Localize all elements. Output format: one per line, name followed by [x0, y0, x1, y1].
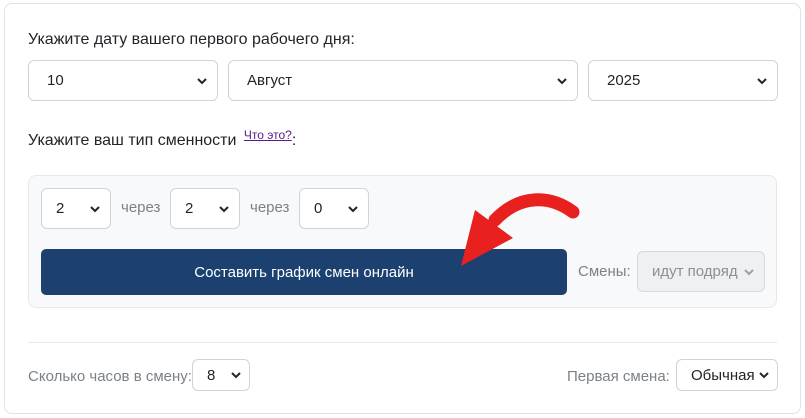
shifts-order-value: идут подряд [652, 263, 738, 280]
chevron-down-icon [90, 204, 100, 214]
chevron-down-icon [759, 370, 769, 380]
through-label-2: через [250, 199, 290, 216]
month-value: Август [247, 72, 293, 89]
chevron-down-icon [231, 370, 241, 380]
off-days-select[interactable]: 2 [170, 188, 240, 229]
chevron-down-icon [219, 204, 229, 214]
shifts-label: Смены: [578, 263, 631, 280]
hours-label: Сколько часов в смену: [28, 368, 192, 385]
chevron-down-icon [744, 267, 754, 277]
shifts-order-select[interactable]: идут подряд [637, 251, 765, 292]
first-shift-select[interactable]: Обычная [676, 359, 778, 391]
year-value: 2025 [607, 72, 641, 89]
section-divider [28, 342, 777, 343]
year-select[interactable]: 2025 [588, 60, 778, 101]
work-days-value: 2 [56, 200, 65, 217]
red-arrow-icon [461, 193, 580, 266]
through-label-1: через [121, 199, 161, 216]
first-shift-value: Обычная [691, 366, 755, 384]
shift-type-prompt: Укажите ваш тип сменности Что это?: [28, 128, 297, 150]
shift-type-colon: : [291, 132, 297, 149]
third-value-select[interactable]: 0 [299, 188, 369, 229]
hours-value: 8 [207, 366, 216, 384]
day-select[interactable]: 10 [28, 60, 218, 101]
third-value: 0 [314, 200, 323, 217]
chevron-down-icon [557, 76, 567, 86]
first-shift-label: Первая смена: [567, 368, 670, 385]
what-is-this-link[interactable]: Что это? [244, 128, 292, 142]
chevron-down-icon [757, 76, 767, 86]
start-date-prompt: Укажите дату вашего первого рабочего дня… [28, 31, 355, 48]
off-days-value: 2 [185, 200, 194, 217]
hours-select[interactable]: 8 [192, 359, 250, 391]
chevron-down-icon [348, 204, 358, 214]
shift-type-text: Укажите ваш тип сменности [28, 132, 237, 149]
chevron-down-icon [197, 76, 207, 86]
day-value: 10 [47, 72, 64, 89]
month-select[interactable]: Август [228, 60, 578, 101]
work-days-select[interactable]: 2 [41, 188, 111, 229]
